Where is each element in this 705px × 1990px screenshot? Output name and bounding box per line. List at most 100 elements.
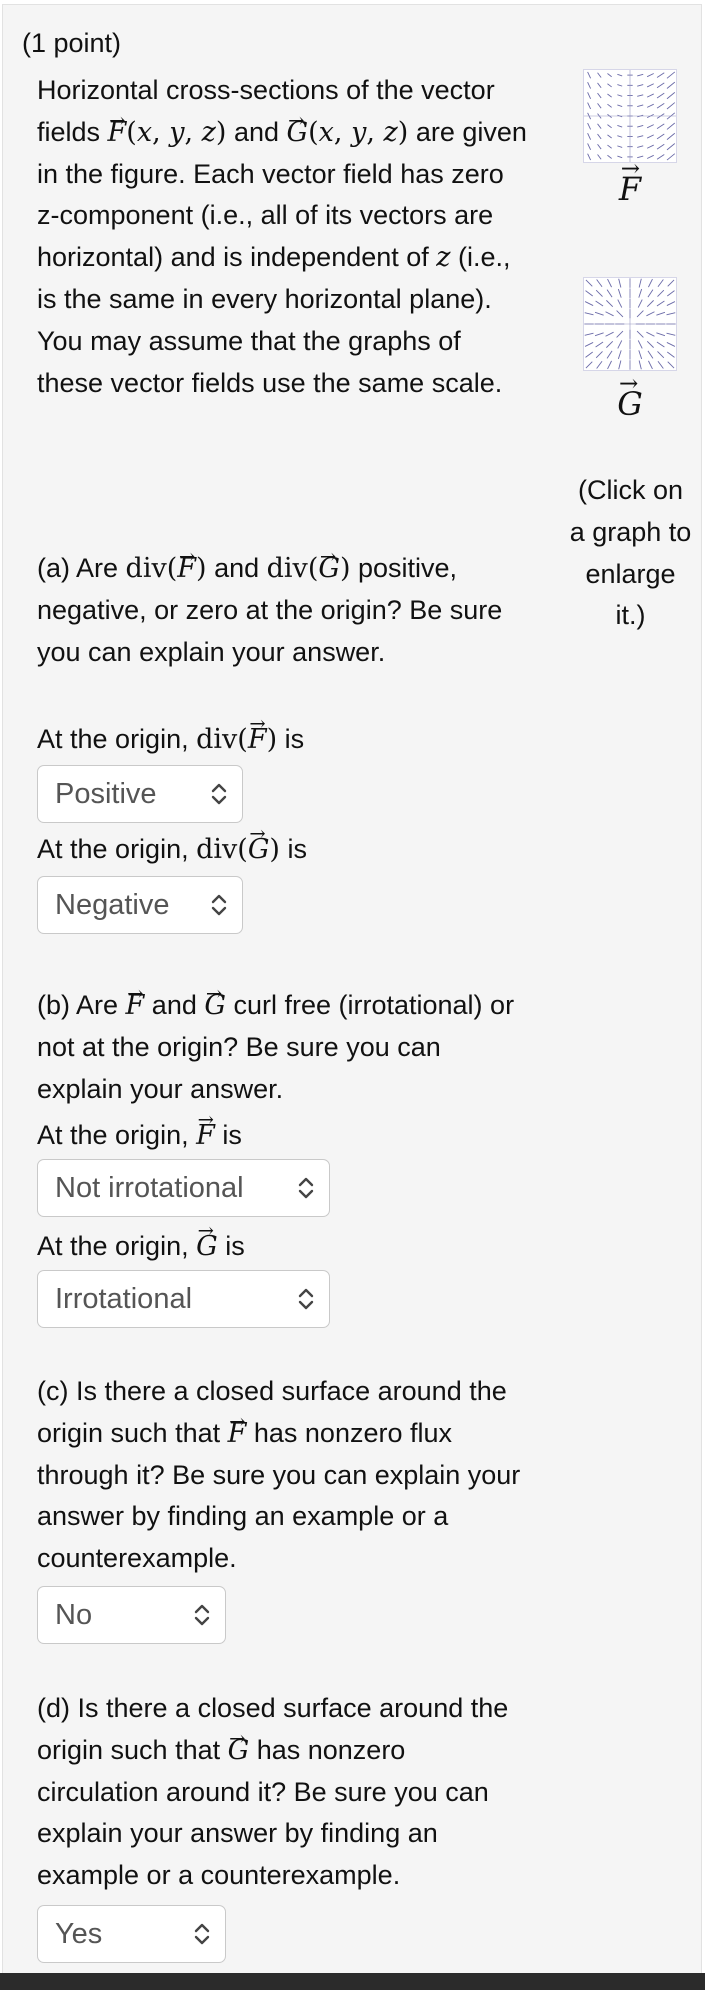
field-g-arrow <box>666 342 676 347</box>
field-f-arrow <box>656 143 665 150</box>
math-f: F <box>228 1401 247 1449</box>
field-f-arrow <box>617 145 623 148</box>
label-prefix: At the origin, <box>37 834 189 864</box>
field-f-arrow <box>637 145 644 148</box>
label-suffix: is <box>287 834 307 864</box>
field-g-arrow <box>637 299 643 308</box>
field-g-arrow <box>596 279 603 287</box>
field-f-arrow <box>607 93 612 98</box>
part-a-label-f: At the origin, div(F) is <box>37 712 305 755</box>
figure-g-letter: G <box>617 371 643 423</box>
field-g-arrow <box>636 330 644 338</box>
part-a-label-g: At the origin, div(G) is <box>37 822 307 865</box>
field-g-arrow <box>617 350 622 360</box>
curl-g-select-value: Irrotational <box>55 1282 193 1315</box>
field-g-arrow <box>656 332 666 337</box>
field-f-arrow <box>666 122 676 130</box>
field-f-arrow <box>656 154 665 160</box>
label-prefix: At the origin, <box>37 724 189 754</box>
field-f-arrow <box>646 73 654 78</box>
field-g-arrow <box>606 340 614 348</box>
intro-text-2: and <box>233 116 280 147</box>
figure-f-label: F <box>600 156 660 208</box>
vector-field-g-plot <box>584 278 676 370</box>
math-div-g: div(G) <box>267 536 351 584</box>
field-f-arrow <box>637 124 644 128</box>
field-g-arrow <box>666 301 676 306</box>
field-g-arrow <box>585 290 593 297</box>
field-f-arrow <box>666 102 676 110</box>
field-f-arrow <box>617 84 623 87</box>
chevron-updown-icon <box>211 894 227 916</box>
flux-select-value: No <box>55 1598 93 1631</box>
label-suffix: is <box>284 724 305 754</box>
part-b-text-1: (b) Are <box>37 990 119 1020</box>
chevron-updown-icon <box>211 783 227 805</box>
vector-field-f-thumbnail[interactable] <box>583 69 677 163</box>
figure-g-label: G <box>600 371 660 423</box>
field-f-arrow <box>607 124 612 129</box>
math-g: G <box>204 973 226 1021</box>
field-g-arrow <box>605 331 614 337</box>
field-g-arrow <box>646 311 655 317</box>
field-f-arrow <box>656 133 665 140</box>
div-f-select[interactable]: Positive <box>37 765 243 823</box>
bottom-bar <box>0 1973 705 1990</box>
field-f-arrow <box>597 72 602 78</box>
field-f-arrow <box>637 104 644 108</box>
circulation-select[interactable]: Yes <box>37 1905 226 1963</box>
field-f-arrow <box>646 93 654 98</box>
field-f-arrow <box>587 153 592 161</box>
chevron-updown-icon <box>194 1604 210 1626</box>
field-g-arrow <box>637 340 643 349</box>
math-div-f: div(F) <box>126 536 207 584</box>
field-g-arrow <box>646 340 654 348</box>
field-g-arrow <box>596 361 603 369</box>
field-g-arrow <box>648 360 653 370</box>
field-f-arrow <box>617 124 623 128</box>
field-f-arrow <box>637 84 644 87</box>
field-f-arrow <box>607 103 612 108</box>
vector-field-g-thumbnail[interactable] <box>583 277 677 371</box>
math-z: z <box>436 242 451 274</box>
field-g-arrow <box>584 301 594 306</box>
curl-g-select[interactable]: Irrotational <box>37 1270 330 1328</box>
chevron-updown-icon <box>194 1923 210 1945</box>
curl-f-select[interactable]: Not irrotational <box>37 1159 330 1217</box>
flux-select[interactable]: No <box>37 1586 226 1644</box>
field-g-arrow <box>616 330 624 338</box>
field-f-arrow <box>587 102 592 110</box>
field-g-arrow <box>595 300 604 307</box>
figure-f-letter: F <box>619 156 641 208</box>
label-prefix: At the origin, <box>37 1231 189 1261</box>
field-f-arrow <box>587 71 592 79</box>
field-f-arrow <box>597 123 602 129</box>
div-g-select[interactable]: Negative <box>37 876 243 934</box>
field-f-arrow <box>617 135 623 138</box>
field-f-arrow <box>637 73 644 77</box>
point-value: (1 point) <box>22 28 122 58</box>
field-g-arrow <box>594 332 604 337</box>
field-f-arrow <box>656 92 665 99</box>
field-g-arrow <box>656 311 666 316</box>
field-f-arrow <box>666 143 676 151</box>
field-g-arrow <box>646 331 655 337</box>
field-g-arrow <box>638 350 643 360</box>
field-g-arrow <box>595 341 604 348</box>
field-g-arrow <box>666 332 676 336</box>
label-prefix: At the origin, <box>37 1120 189 1150</box>
field-g-arrow <box>646 300 654 308</box>
vector-field-f-plot <box>584 70 676 162</box>
curl-f-select-value: Not irrotational <box>55 1171 244 1204</box>
field-f-arrow <box>637 135 644 138</box>
field-f-arrow <box>587 92 592 99</box>
field-f-arrow <box>597 103 602 109</box>
field-g-arrow <box>618 278 622 288</box>
field-f-arrow <box>597 133 602 140</box>
field-g-arrow <box>648 278 653 288</box>
field-g-arrow <box>606 300 614 308</box>
part-b-question: (b) Are F and G curl free (irrotational)… <box>37 973 527 1110</box>
math-f: F <box>126 973 145 1021</box>
field-f-arrow <box>666 92 676 100</box>
part-d-question: (d) Is there a closed surface around the… <box>37 1688 527 1897</box>
